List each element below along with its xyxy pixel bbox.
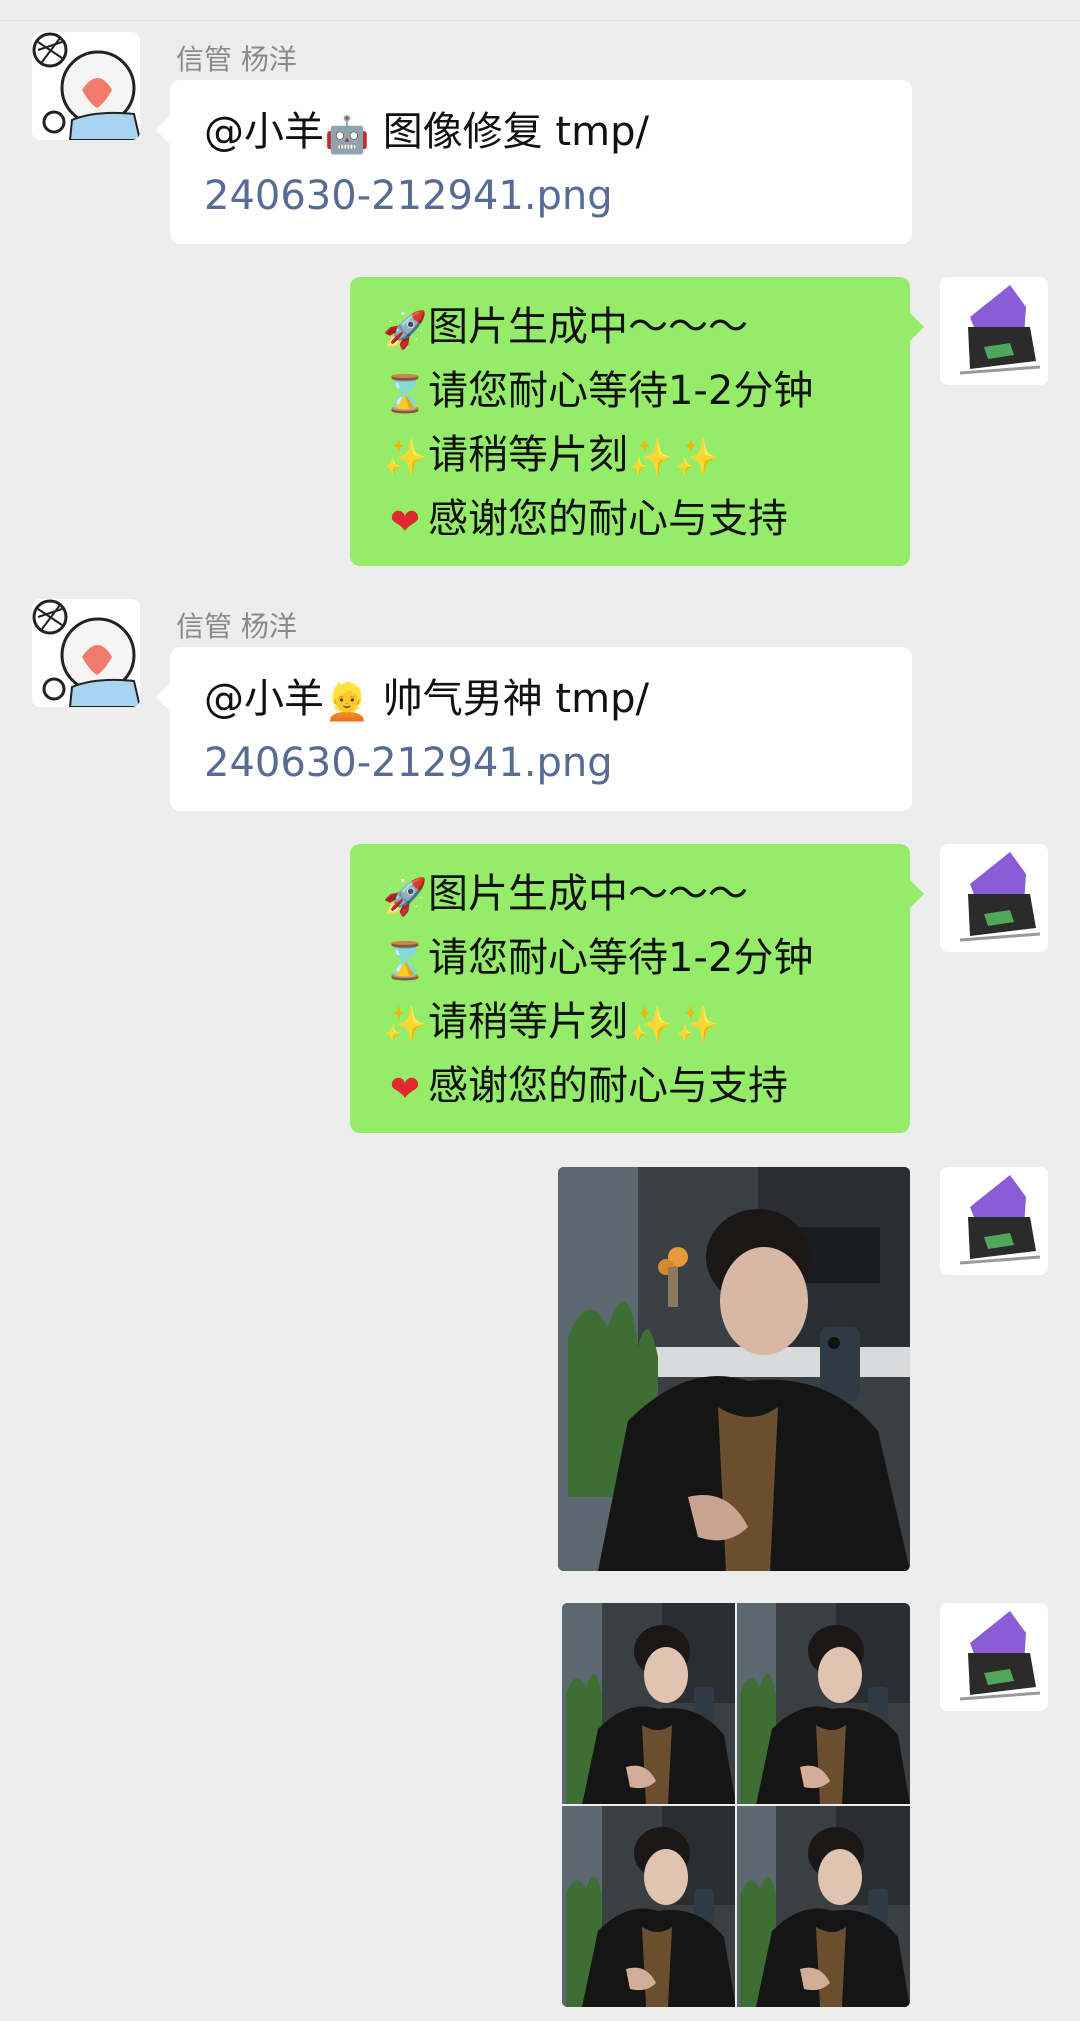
- file-link[interactable]: 240630-212941.png: [204, 166, 880, 226]
- portrait-photo[interactable]: [558, 1167, 910, 1571]
- self-avatar[interactable]: [940, 844, 1048, 952]
- mention[interactable]: @小羊: [204, 109, 324, 155]
- rocket-icon: 🚀: [382, 877, 428, 918]
- outgoing-message-bubble[interactable]: 🚀图片生成中～～～ ⌛请您耐心等待1-2分钟 ✨请稍等片刻✨✨ ❤ 感谢您的耐心与…: [350, 277, 924, 566]
- sparkles-icon: ✨: [628, 1005, 674, 1046]
- sparkles-icon: ✨: [674, 1005, 720, 1046]
- message-line-3: ✨请稍等片刻✨✨: [382, 425, 880, 489]
- message-text: 图像修复 tmp/: [370, 109, 649, 155]
- message-text: 帅气男神 tmp/: [370, 676, 649, 722]
- incoming-message-bubble[interactable]: @小羊🤖 图像修复 tmp/ 240630-212941.png: [156, 80, 912, 244]
- robot-icon: 🤖: [324, 115, 370, 156]
- sender-name: 信管 杨洋: [176, 610, 297, 643]
- incoming-message-bubble[interactable]: @小羊👱 帅气男神 tmp/ 240630-212941.png: [156, 647, 912, 811]
- person-icon: 👱: [324, 682, 370, 723]
- sparkles-icon: ✨: [382, 438, 428, 479]
- sparkles-icon: ✨: [674, 438, 720, 479]
- sender-avatar[interactable]: [32, 599, 140, 707]
- portrait-grid-image[interactable]: [562, 1603, 910, 2007]
- outgoing-message-bubble[interactable]: 🚀图片生成中～～～ ⌛请您耐心等待1-2分钟 ✨请稍等片刻✨✨ ❤ 感谢您的耐心与…: [350, 844, 924, 1133]
- hourglass-icon: ⌛: [382, 374, 428, 415]
- self-avatar[interactable]: [940, 1603, 1048, 1711]
- message-line-1: 🚀图片生成中～～～: [382, 864, 880, 928]
- rocket-icon: 🚀: [382, 310, 428, 351]
- message-line-2: ⌛请您耐心等待1-2分钟: [382, 361, 880, 425]
- sender-name: 信管 杨洋: [176, 43, 297, 76]
- hourglass-icon: ⌛: [382, 941, 428, 982]
- self-avatar[interactable]: [940, 1167, 1048, 1275]
- message-text-line: @小羊👱 帅气男神 tmp/: [204, 669, 880, 733]
- message-text-line: @小羊🤖 图像修复 tmp/: [204, 102, 880, 166]
- message-line-3: ✨请稍等片刻✨✨: [382, 992, 880, 1056]
- heart-icon: ❤: [389, 1069, 421, 1110]
- self-avatar[interactable]: [940, 277, 1048, 385]
- message-line-4: ❤ 感谢您的耐心与支持: [382, 1056, 880, 1120]
- message-line-2: ⌛请您耐心等待1-2分钟: [382, 928, 880, 992]
- message-line-1: 🚀图片生成中～～～: [382, 297, 880, 361]
- file-link[interactable]: 240630-212941.png: [204, 733, 880, 793]
- top-divider: [0, 0, 1080, 21]
- sparkles-icon: ✨: [628, 438, 674, 479]
- heart-icon: ❤: [389, 502, 421, 543]
- sender-avatar[interactable]: [32, 32, 140, 140]
- message-line-4: ❤ 感谢您的耐心与支持: [382, 489, 880, 553]
- mention[interactable]: @小羊: [204, 676, 324, 722]
- sparkles-icon: ✨: [382, 1005, 428, 1046]
